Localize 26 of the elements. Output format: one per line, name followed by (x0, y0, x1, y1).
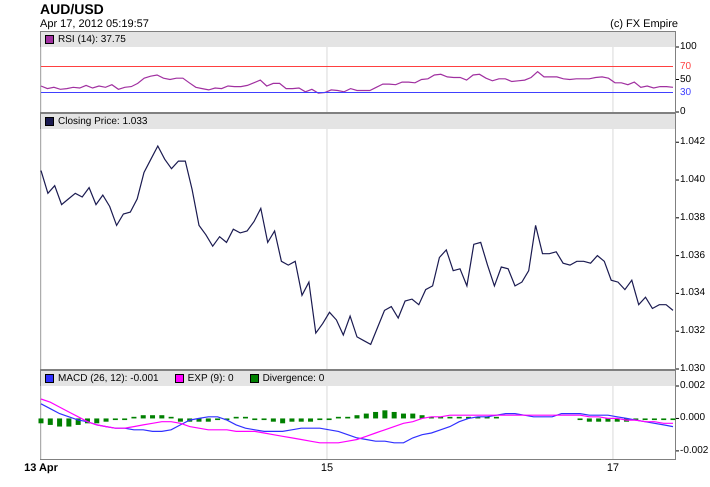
legend-label: EXP (9): 0 (188, 372, 234, 384)
axis-tick-label: 0.002 (680, 380, 706, 391)
axis-tick-label: 0 (680, 106, 686, 117)
copyright: (c) FX Empire (610, 18, 678, 31)
chart-title: AUD/USD (40, 1, 105, 18)
axis-tick-label: 1.036 (680, 250, 706, 261)
threshold-label: 30 (680, 86, 692, 98)
axis-tick-label: -0.002 (680, 444, 708, 456)
axis-tick-label: 1.042 (680, 136, 706, 148)
axis-tick-label: 1.038 (680, 212, 706, 223)
legend-label: Divergence: 0 (262, 372, 324, 384)
axis-tick-label: 1.030 (680, 363, 706, 374)
axis-tick-label: 100 (680, 41, 697, 52)
legend-label: RSI (14): 37.75 (58, 34, 126, 46)
legend-label: Closing Price: 1.033 (58, 116, 148, 128)
legend-label: MACD (26, 12): -0.001 (58, 372, 159, 384)
axis-tick-label: 1.032 (680, 325, 706, 336)
axis-tick-label: 1.034 (680, 287, 706, 298)
threshold-label: 70 (680, 60, 692, 72)
axis-tick-label: 0.000 (680, 412, 706, 424)
axis-tick-label: 15 (320, 462, 334, 475)
axis-tick-label: 13 Apr (24, 462, 58, 475)
axis-tick-label: 1.040 (680, 174, 706, 186)
axis-tick-label: 17 (606, 462, 620, 475)
timestamp: Apr 17, 2012 05:19:57 (40, 18, 149, 31)
axis-tick-label: 50 (680, 74, 692, 84)
